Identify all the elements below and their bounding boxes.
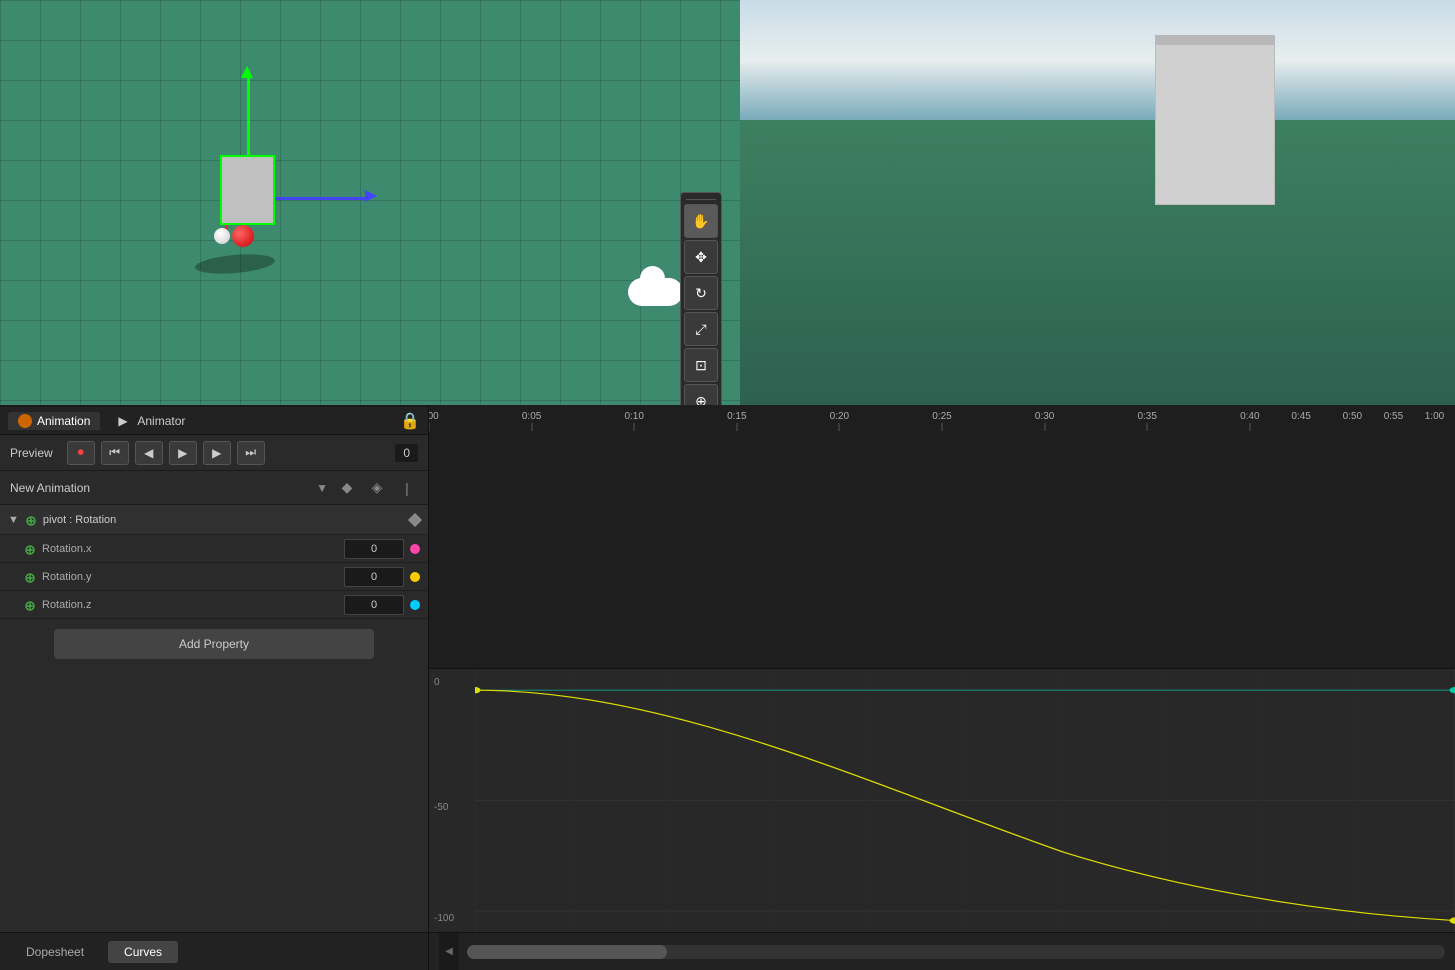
tick-0:40 (1249, 423, 1250, 431)
property-group-header[interactable]: ▼ pivot : Rotation (0, 505, 428, 535)
playback-toolbar: Preview ⏺ ⏮ ◀ ▶ ▶ ⏭ 0 (0, 435, 428, 471)
x-axis-arrow (365, 190, 377, 202)
property-group-label: pivot : Rotation (43, 514, 404, 526)
property-list: ▼ pivot : Rotation Rotation.x 0 (0, 505, 428, 932)
rotation-y-row[interactable]: Rotation.y 0 (0, 563, 428, 591)
game-cube (1155, 40, 1275, 205)
lock-icon[interactable]: 🔒 (400, 411, 420, 431)
tick-0:30 (1044, 423, 1045, 431)
animation-tab[interactable]: Animation (8, 412, 100, 430)
tick-0:25 (942, 423, 943, 431)
ruler-0:00: 0:00 (429, 411, 439, 422)
scene-view[interactable]: ✋ ✥ ↻ ⤢ ⊡ ⊕ (0, 0, 740, 405)
bottom-section: Animation ▶ Animator 🔒 Preview ⏺ ⏮ ◀ ▶ ▶… (0, 405, 1455, 970)
red-sphere (232, 225, 254, 247)
hand-tool[interactable]: ✋ (684, 204, 718, 238)
tick-0:15 (736, 423, 737, 431)
animation-panel: Animation ▶ Animator 🔒 Preview ⏺ ⏮ ◀ ▶ ▶… (0, 405, 428, 970)
ruler-0:25: 0:25 (932, 411, 951, 422)
rotation-z-keyframe-dot[interactable] (410, 600, 420, 610)
ruler-0:35: 0:35 (1137, 411, 1156, 422)
animation-tabs: Animation ▶ Animator 🔒 (0, 407, 428, 435)
horizontal-scrollbar[interactable] (467, 945, 1445, 959)
ruler-0:10: 0:10 (624, 411, 643, 422)
tool-palette: ✋ ✥ ↻ ⤢ ⊡ ⊕ (680, 192, 722, 405)
scene-cloud (628, 278, 683, 306)
animation-name: New Animation (10, 481, 308, 495)
rotation-x-keyframe-dot[interactable] (410, 544, 420, 554)
rotation-y-label: Rotation.y (42, 571, 338, 583)
tick-0:00 (429, 423, 430, 431)
rotate-tool[interactable]: ↻ (684, 276, 718, 310)
game-ground (740, 120, 1455, 405)
add-property-button[interactable]: Add Property (54, 629, 374, 659)
goto-start-button[interactable]: ⏮ (101, 441, 129, 465)
tick-0:20 (839, 423, 840, 431)
game-view[interactable] (740, 0, 1455, 405)
game-sky (740, 0, 1455, 120)
dopesheet-tab[interactable]: Dopesheet (10, 941, 100, 963)
next-frame-button[interactable]: ▶ (203, 441, 231, 465)
rotation-y-keyframe-dot[interactable] (410, 572, 420, 582)
timeline-ruler: 0:00 0:05 0:10 0:15 0:20 0:25 0:30 0:35 … (429, 405, 1455, 669)
rotation-z-row[interactable]: Rotation.z 0 (0, 591, 428, 619)
rotation-x-value[interactable]: 0 (344, 539, 404, 559)
curves-area[interactable]: 0 -50 -100 (429, 669, 1455, 932)
white-sphere (214, 228, 230, 244)
scale-tool[interactable]: ⤢ (684, 312, 718, 346)
ruler-0:40: 0:40 (1240, 411, 1259, 422)
y-axis (247, 70, 250, 155)
scene-grid (0, 0, 740, 405)
ruler-0:55: 0:55 (1384, 411, 1403, 422)
rotation-x-row[interactable]: Rotation.x 0 (0, 535, 428, 563)
tick-0:10 (634, 423, 635, 431)
ruler-0:05: 0:05 (522, 411, 541, 422)
group-diamond[interactable] (408, 512, 422, 526)
goto-end-button[interactable]: ⏭ (237, 441, 265, 465)
tick-0:35 (1147, 423, 1148, 431)
record-button[interactable]: ⏺ (67, 441, 95, 465)
ruler-0:20: 0:20 (830, 411, 849, 422)
time-display: 0 (395, 444, 418, 462)
add-event-button[interactable]: ◈ (366, 477, 388, 499)
ruler-0:30: 0:30 (1035, 411, 1054, 422)
move-tool[interactable]: ✥ (684, 240, 718, 274)
rect-tool[interactable]: ⊡ (684, 348, 718, 382)
custom-tool[interactable]: ⊕ (684, 384, 718, 405)
timeline-area: 0:00 0:05 0:10 0:15 0:20 0:25 0:30 0:35 … (428, 405, 1455, 970)
rotation-x-label: Rotation.x (42, 543, 338, 555)
ruler-0:45: 0:45 (1291, 411, 1310, 422)
bottom-tabs: Dopesheet Curves (0, 932, 428, 970)
play-button[interactable]: ▶ (169, 441, 197, 465)
curves-tab[interactable]: Curves (108, 941, 178, 963)
game-cube-top (1155, 35, 1275, 45)
preview-label: Preview (10, 446, 53, 460)
scroll-left-button[interactable]: ◀ (439, 933, 459, 970)
ruler-1:00: 1:00 (1425, 411, 1444, 422)
y-label-100: -100 (434, 913, 470, 924)
curve-svg (475, 669, 1455, 932)
dropdown-arrow-icon[interactable]: ▼ (316, 481, 328, 495)
scrollbar-thumb[interactable] (467, 945, 667, 959)
tick-0:05 (531, 423, 532, 431)
y-label-0: 0 (434, 677, 470, 688)
y-label-50: -50 (434, 802, 470, 813)
rotation-z-value[interactable]: 0 (344, 595, 404, 615)
y-axis-labels: 0 -50 -100 (429, 669, 475, 932)
rotation-z-label: Rotation.z (42, 599, 338, 611)
animation-name-row: New Animation ▼ ◆ ◈ | (0, 471, 428, 505)
settings-button[interactable]: | (396, 477, 418, 499)
tool-divider (686, 199, 716, 200)
ruler-0:50: 0:50 (1343, 411, 1362, 422)
rotation-y-value[interactable]: 0 (344, 567, 404, 587)
ruler-0:15: 0:15 (727, 411, 746, 422)
animator-tab[interactable]: ▶ Animator (108, 412, 195, 430)
top-section: ✋ ✥ ↻ ⤢ ⊡ ⊕ (0, 0, 1455, 405)
timeline-bottom-bar: ◀ (429, 932, 1455, 970)
scene-cube (220, 155, 275, 225)
add-keyframe-button[interactable]: ◆ (336, 477, 358, 499)
prev-frame-button[interactable]: ◀ (135, 441, 163, 465)
